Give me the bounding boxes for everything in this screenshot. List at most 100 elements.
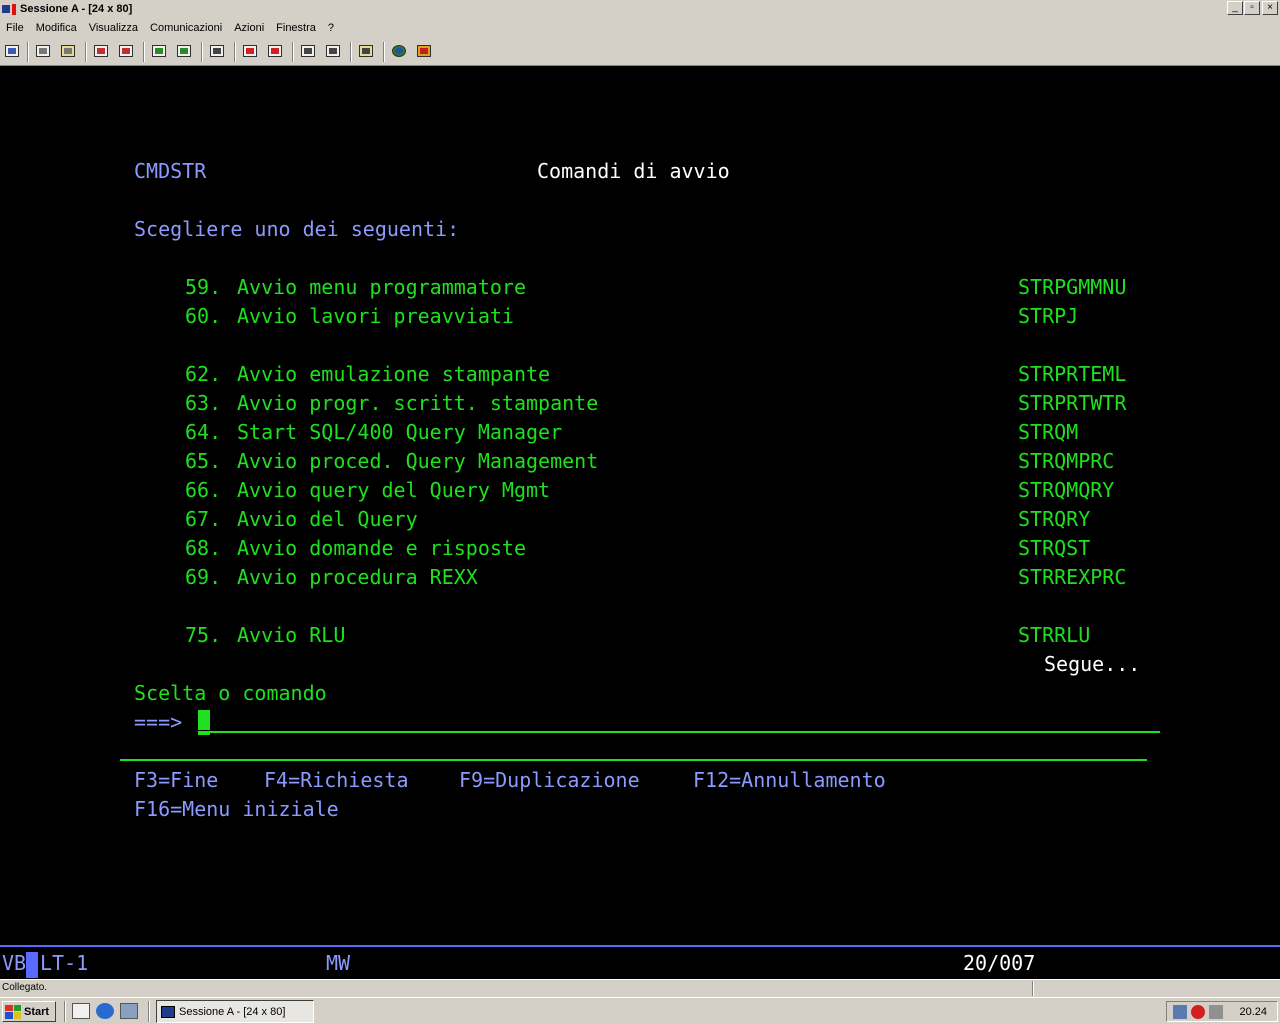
oia-session-indicator: VB [2, 951, 27, 975]
menu-modifica[interactable]: Modifica [30, 22, 83, 34]
menu-help[interactable]: ? [322, 22, 340, 34]
fkey-f12[interactable]: F12=Annullamento [693, 769, 886, 791]
option-command: STRPGMMNU [1018, 275, 1127, 299]
option-description: Avvio del Query [237, 507, 418, 531]
keypad-icon[interactable] [174, 42, 196, 62]
option-number: 64. [185, 420, 222, 444]
option-number: 75. [185, 623, 222, 647]
support-icon[interactable] [389, 42, 411, 62]
show-desktop-icon[interactable] [72, 1003, 90, 1019]
option-description: Avvio RLU [237, 623, 346, 647]
minimize-button[interactable]: _ [1227, 1, 1243, 15]
option-number: 60. [185, 304, 222, 328]
macro-icon[interactable] [207, 42, 229, 62]
send-file-icon[interactable] [91, 42, 113, 62]
help-icon[interactable] [414, 42, 436, 62]
system-tray: 20.24 [1166, 1001, 1278, 1022]
status-bar: Collegato. [0, 979, 1280, 997]
network-icon[interactable] [1173, 1005, 1187, 1019]
close-button[interactable]: × [1262, 1, 1278, 15]
taskbar: Start Sessione A - [24 x 80] 20.24 [0, 997, 1280, 1024]
divider [120, 759, 1147, 761]
prompt-arrow: ===> [134, 710, 183, 734]
clock: 20.24 [1239, 1006, 1267, 1018]
title-bar: Sessione A - [24 x 80] _ ▫ × [0, 0, 1280, 18]
text-cursor [198, 710, 210, 730]
antivirus-icon[interactable] [1191, 1005, 1205, 1019]
toolbar [0, 38, 1280, 66]
display-keyboard-icon[interactable] [149, 42, 171, 62]
option-description: Start SQL/400 Query Manager [237, 420, 563, 444]
record-macro-icon[interactable] [240, 42, 262, 62]
option-number: 65. [185, 449, 222, 473]
print-screen-icon[interactable] [2, 42, 24, 62]
option-description: Avvio proced. Query Management [237, 449, 599, 473]
option-number: 62. [185, 362, 222, 386]
option-command: STRQST [1018, 536, 1091, 560]
command-input-underline [198, 731, 1160, 733]
session-icon [161, 1005, 175, 1018]
internet-explorer-icon[interactable] [96, 1003, 114, 1019]
receive-file-icon[interactable] [116, 42, 138, 62]
copy-icon[interactable] [33, 42, 55, 62]
windows-logo-icon [5, 1004, 21, 1019]
option-command: STRQMPRC [1018, 449, 1115, 473]
menu-azioni[interactable]: Azioni [228, 22, 270, 34]
instruction-text: Scegliere uno dei seguenti: [134, 217, 460, 241]
option-command: STRQRY [1018, 507, 1091, 531]
taskbar-item-sessione-a[interactable]: Sessione A - [24 x 80] [156, 1000, 314, 1023]
option-description: Avvio query del Query Mgmt [237, 478, 551, 502]
option-command: STRPRTEML [1018, 362, 1127, 386]
fkey-f3[interactable]: F3=Fine [134, 769, 218, 791]
connection-status: Collegato. [2, 982, 48, 993]
start-label: Start [24, 1005, 50, 1018]
menu-id: CMDSTR [134, 159, 207, 183]
option-description: Avvio domande e risposte [237, 536, 526, 560]
menu-bar: File Modifica Visualizza Comunicazioni A… [0, 18, 1280, 38]
play-macro-icon[interactable] [298, 42, 320, 62]
terminal-screen[interactable]: CMDSTR Comandi di avvio Scegliere uno de… [0, 67, 1280, 945]
menu-file[interactable]: File [0, 22, 30, 34]
customize-icon[interactable] [356, 42, 378, 62]
option-number: 69. [185, 565, 222, 589]
option-number: 66. [185, 478, 222, 502]
restore-button[interactable]: ▫ [1244, 1, 1260, 15]
prompt-label: Scelta o comando [134, 681, 327, 705]
oia-message-waiting: MW [326, 951, 351, 975]
more-indicator: Segue... [1044, 652, 1141, 676]
start-button[interactable]: Start [2, 1001, 56, 1022]
volume-icon[interactable] [1209, 1005, 1223, 1019]
option-description: Avvio lavori preavviati [237, 304, 514, 328]
window-title: Sessione A - [24 x 80] [20, 3, 133, 15]
option-command: STRPRTWTR [1018, 391, 1127, 415]
oia-lu-indicator: LT-1 [40, 951, 89, 975]
paste-icon[interactable] [58, 42, 80, 62]
option-number: 59. [185, 275, 222, 299]
app-icon[interactable] [2, 2, 18, 16]
option-number: 68. [185, 536, 222, 560]
stop-macro-icon[interactable] [265, 42, 287, 62]
fkey-f9[interactable]: F9=Duplicazione [459, 769, 640, 791]
menu-finestra[interactable]: Finestra [270, 22, 322, 34]
play-macro2-icon[interactable] [323, 42, 345, 62]
quick-launch-icon[interactable] [120, 1003, 138, 1019]
option-command: STRRLU [1018, 623, 1091, 647]
screen-title: Comandi di avvio [537, 159, 730, 183]
option-description: Avvio procedura REXX [237, 565, 478, 589]
fkey-f4[interactable]: F4=Richiesta [264, 769, 409, 791]
fkey-f16[interactable]: F16=Menu iniziale [134, 798, 339, 820]
option-command: STRPJ [1018, 304, 1079, 328]
option-number: 67. [185, 507, 222, 531]
option-command: STRREXPRC [1018, 565, 1127, 589]
option-number: 63. [185, 391, 222, 415]
taskbar-item-label: Sessione A - [24 x 80] [179, 1005, 286, 1018]
option-command: STRQMQRY [1018, 478, 1115, 502]
option-description: Avvio menu programmatore [237, 275, 526, 299]
option-description: Avvio emulazione stampante [237, 362, 551, 386]
menu-visualizza[interactable]: Visualizza [83, 22, 144, 34]
option-command: STRQM [1018, 420, 1079, 444]
menu-comunicazioni[interactable]: Comunicazioni [144, 22, 228, 34]
option-description: Avvio progr. scritt. stampante [237, 391, 599, 415]
oia-cursor-position: 20/007 [963, 951, 1036, 975]
operator-info-area: VB LT-1 MW 20/007 [0, 947, 1280, 979]
